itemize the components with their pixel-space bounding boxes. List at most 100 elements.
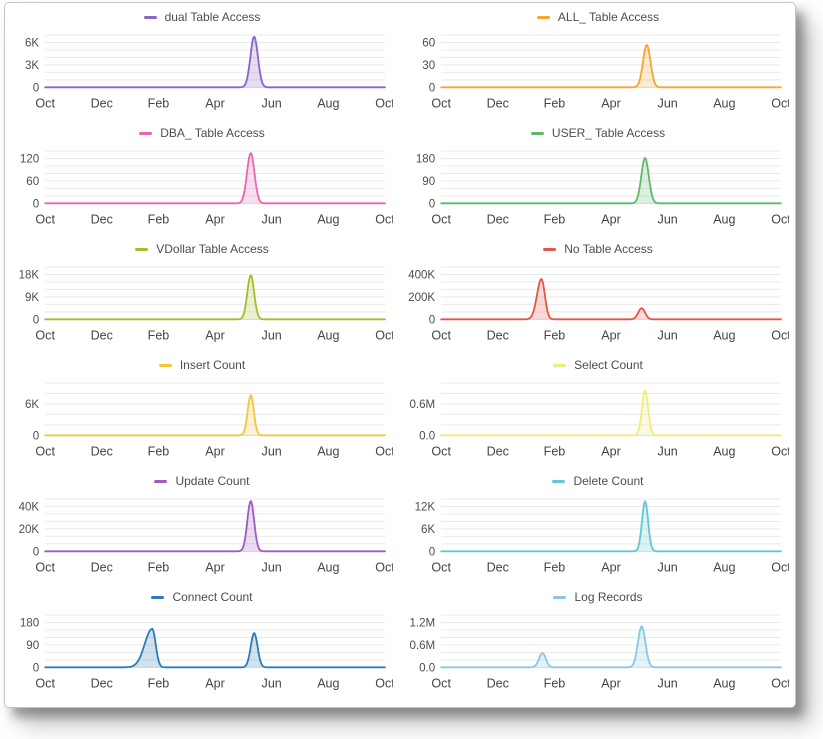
- chart-title-label: Insert Count: [180, 358, 245, 372]
- y-axis-label: 60: [422, 38, 435, 50]
- charts-grid: dual Table Access 0 3K 6K Oct Dec Feb Apr Jun Au…: [5, 3, 795, 707]
- chart-plot: 0.00.6MOctDecFebAprJunAugOct: [407, 375, 789, 471]
- chart-legend[interactable]: Insert Count: [11, 355, 393, 375]
- series-line: [45, 395, 385, 435]
- x-axis-label: Jun: [262, 328, 282, 342]
- chart-card-delete-count: Delete Count 06K12KOctDecFebAprJunAugOct: [407, 471, 789, 587]
- series-area: [441, 626, 781, 667]
- x-axis-label: Oct: [35, 444, 55, 458]
- series-line: [45, 629, 385, 668]
- x-axis-label: Aug: [317, 676, 339, 690]
- x-axis-label: Oct: [771, 328, 789, 342]
- chart-legend[interactable]: DBA_ Table Access: [11, 123, 393, 143]
- legend-marker-icon: [552, 480, 565, 483]
- x-axis-label: Apr: [205, 560, 225, 574]
- x-axis-label: Jun: [658, 328, 678, 342]
- chart-card-insert-count: Insert Count 06KOctDecFebAprJunAugOct: [11, 355, 393, 471]
- series-area: [45, 629, 385, 668]
- x-axis-label: Oct: [35, 560, 55, 574]
- y-axis-label: 3K: [25, 60, 39, 72]
- y-axis-label: 90: [26, 640, 39, 652]
- chart-legend[interactable]: Update Count: [11, 471, 393, 491]
- y-axis-label: 0: [429, 82, 435, 94]
- x-axis-label: Aug: [713, 328, 735, 342]
- chart-legend[interactable]: USER_ Table Access: [407, 123, 789, 143]
- series-area: [441, 45, 781, 87]
- chart-title-label: Connect Count: [172, 590, 252, 604]
- legend-marker-icon: [553, 596, 566, 599]
- legend-marker-icon: [537, 16, 550, 19]
- legend-marker-icon: [144, 16, 157, 19]
- x-axis-label: Jun: [658, 560, 678, 574]
- chart-title-label: Log Records: [574, 590, 642, 604]
- chart-title-label: Select Count: [574, 358, 643, 372]
- chart-legend[interactable]: Delete Count: [407, 471, 789, 491]
- y-axis-label: 0: [429, 546, 435, 558]
- chart-card-dba-table-access: DBA_ Table Access 060120OctDecFebAprJunA…: [11, 123, 393, 239]
- chart-card-connect-count: Connect Count 090180OctDecFebAprJunAugOc…: [11, 587, 393, 703]
- series-line: [441, 45, 781, 87]
- x-axis-label: Apr: [205, 444, 225, 458]
- chart-plot: 0200K400KOctDecFebAprJunAugOct: [407, 259, 789, 355]
- chart-title-label: USER_ Table Access: [552, 126, 665, 140]
- x-axis-label: Jun: [658, 212, 678, 226]
- legend-marker-icon: [543, 248, 556, 251]
- x-axis-label: Feb: [148, 96, 170, 110]
- x-axis-label: Oct: [375, 560, 393, 574]
- x-axis-label: Aug: [317, 96, 339, 110]
- y-axis-label: 30: [422, 60, 435, 72]
- x-axis-label: Oct: [375, 96, 393, 110]
- y-axis-label: 0: [33, 82, 39, 94]
- chart-legend[interactable]: Log Records: [407, 587, 789, 607]
- x-axis-label: Feb: [544, 96, 566, 110]
- y-axis-label: 0.6M: [409, 640, 435, 652]
- x-axis-label: Apr: [205, 212, 225, 226]
- y-axis-label: 18K: [19, 270, 40, 282]
- legend-marker-icon: [531, 132, 544, 135]
- x-axis-label: Aug: [317, 212, 339, 226]
- x-axis-label: Oct: [375, 444, 393, 458]
- y-axis-label: 0: [429, 314, 435, 326]
- x-axis-label: Apr: [601, 96, 621, 110]
- x-axis-label: Dec: [91, 328, 113, 342]
- x-axis-label: Aug: [713, 560, 735, 574]
- chart-legend[interactable]: Select Count: [407, 355, 789, 375]
- x-axis-label: Oct: [431, 560, 451, 574]
- x-axis-label: Aug: [713, 96, 735, 110]
- x-axis-label: Aug: [317, 560, 339, 574]
- y-axis-label: 0.6M: [409, 399, 435, 411]
- x-axis-label: Dec: [91, 444, 113, 458]
- y-axis-label: 90: [422, 176, 435, 188]
- y-axis-label: 0: [33, 662, 39, 674]
- x-axis-label: Jun: [262, 96, 282, 110]
- series-line: [441, 390, 781, 435]
- y-axis-label: 20K: [19, 524, 40, 536]
- x-axis-label: Dec: [487, 444, 509, 458]
- y-axis-label: 120: [20, 154, 39, 166]
- chart-plot: 09K18KOctDecFebAprJunAugOct: [11, 259, 393, 355]
- x-axis-label: Jun: [658, 96, 678, 110]
- chart-plot: 06KOctDecFebAprJunAugOct: [11, 375, 393, 471]
- x-axis-label: Dec: [487, 560, 509, 574]
- chart-legend[interactable]: No Table Access: [407, 239, 789, 259]
- x-axis-label: Feb: [544, 212, 566, 226]
- chart-legend[interactable]: ALL_ Table Access: [407, 7, 789, 27]
- chart-plot: 060120OctDecFebAprJunAugOct: [11, 143, 393, 239]
- x-axis-label: Jun: [262, 212, 282, 226]
- chart-plot: 020K40KOctDecFebAprJunAugOct: [11, 491, 393, 587]
- chart-legend[interactable]: dual Table Access: [11, 7, 393, 27]
- chart-plot: 090180OctDecFebAprJunAugOct: [407, 143, 789, 239]
- y-axis-label: 0: [33, 430, 39, 442]
- chart-card-update-count: Update Count 020K40KOctDecFebAprJunAugOc…: [11, 471, 393, 587]
- legend-marker-icon: [139, 132, 152, 135]
- chart-legend[interactable]: VDollar Table Access: [11, 239, 393, 259]
- series-area: [45, 395, 385, 435]
- chart-title-label: Update Count: [175, 474, 249, 488]
- chart-legend[interactable]: Connect Count: [11, 587, 393, 607]
- x-axis-label: Oct: [431, 96, 451, 110]
- x-axis-label: Oct: [375, 212, 393, 226]
- y-axis-label: 6K: [421, 524, 435, 536]
- x-axis-label: Oct: [771, 444, 789, 458]
- x-axis-label: Feb: [148, 560, 170, 574]
- chart-card-all-table-access: ALL_ Table Access 03060OctDecFebAprJunAu…: [407, 7, 789, 123]
